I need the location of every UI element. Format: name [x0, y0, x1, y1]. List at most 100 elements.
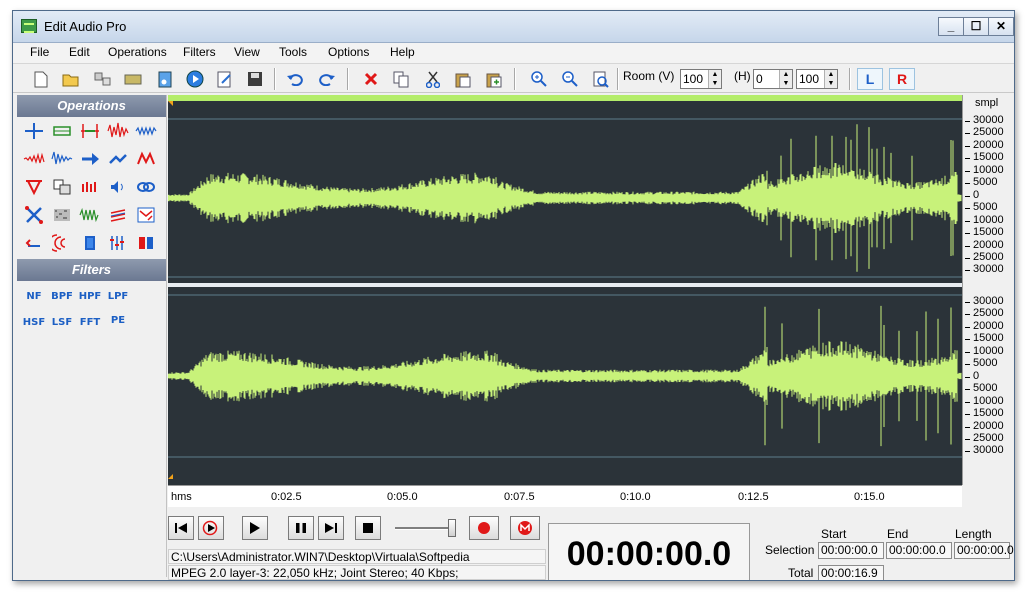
- zoom-fit-icon[interactable]: [589, 68, 613, 90]
- waveform-trace[interactable]: [167, 305, 962, 447]
- left-channel-button[interactable]: L: [857, 68, 883, 90]
- go-to-end-button[interactable]: [318, 516, 344, 540]
- selection-end-field[interactable]: 00:00:00.0: [886, 542, 952, 559]
- silence-icon[interactable]: [22, 232, 46, 254]
- selection-start-field[interactable]: 00:00:00.0: [818, 542, 884, 559]
- zoom-in-icon[interactable]: [527, 68, 551, 90]
- volume-slider-track[interactable]: [395, 527, 453, 530]
- waveform-canvas[interactable]: [167, 95, 962, 485]
- spinner-arrows-icon[interactable]: ▲ ▼: [779, 70, 792, 88]
- edit-properties-icon[interactable]: [213, 68, 237, 90]
- compressor-icon[interactable]: [78, 176, 102, 198]
- filter-lpf-button[interactable]: LPF: [106, 287, 130, 307]
- batch-convert-icon[interactable]: [91, 68, 115, 90]
- title-bar[interactable]: Edit Audio Pro _ ☐ ✕: [13, 11, 1014, 43]
- vibrato-icon[interactable]: [78, 204, 102, 226]
- echo-icon[interactable]: [22, 176, 46, 198]
- filter-nf-button[interactable]: NF: [22, 287, 46, 307]
- normalize-icon[interactable]: [134, 120, 158, 142]
- copy-icon[interactable]: [389, 68, 413, 90]
- h-offset-spinner[interactable]: 0 ▲ ▼: [753, 69, 793, 89]
- music-file-icon[interactable]: [153, 68, 177, 90]
- stereo-icon[interactable]: [134, 232, 158, 254]
- cut-icon[interactable]: [421, 68, 445, 90]
- crop-icon[interactable]: [78, 120, 102, 142]
- h-zoom-spinner[interactable]: 100 ▲ ▼: [796, 69, 838, 89]
- filter-hpf-button[interactable]: HPF: [78, 287, 102, 307]
- menu-options[interactable]: Options: [328, 45, 369, 59]
- paste-mix-icon[interactable]: [482, 68, 506, 90]
- pitch-shift-icon[interactable]: [106, 204, 130, 226]
- reverse-icon[interactable]: [106, 148, 130, 170]
- equalizer-icon[interactable]: [106, 232, 130, 254]
- menu-filters[interactable]: Filters: [183, 45, 216, 59]
- envelope-icon[interactable]: [134, 204, 158, 226]
- cd-ripper-icon[interactable]: [121, 68, 145, 90]
- noise-icon[interactable]: [50, 204, 74, 226]
- play-media-icon[interactable]: [183, 68, 207, 90]
- record-button[interactable]: [469, 516, 499, 540]
- maximize-button[interactable]: ☐: [963, 17, 989, 36]
- channel-mix-icon[interactable]: [50, 176, 74, 198]
- reverb-icon[interactable]: [50, 232, 74, 254]
- filter-bpf-button[interactable]: BPF: [50, 287, 74, 307]
- stop-button[interactable]: [355, 516, 381, 540]
- menu-operations[interactable]: Operations: [108, 45, 167, 59]
- spinner-arrows-icon[interactable]: ▲ ▼: [824, 70, 837, 88]
- fade-out-icon[interactable]: [50, 148, 74, 170]
- trim-icon[interactable]: [50, 120, 74, 142]
- arrow-right-icon[interactable]: [78, 148, 102, 170]
- pause-button[interactable]: [288, 516, 314, 540]
- waveform-trace[interactable]: [167, 124, 962, 272]
- amplify-icon[interactable]: [106, 120, 130, 142]
- right-channel-waveform[interactable]: [167, 305, 962, 447]
- left-channel-waveform[interactable]: [167, 124, 962, 272]
- insert-silence-icon[interactable]: [22, 120, 46, 142]
- right-channel-button[interactable]: R: [889, 68, 915, 90]
- scale-tick-label: 15000: [973, 332, 1004, 345]
- scale-tick-mark: [965, 257, 970, 259]
- scale-tick-mark: [965, 270, 970, 272]
- undo-icon[interactable]: [283, 68, 307, 90]
- filter-fft-button[interactable]: FFT: [78, 313, 102, 333]
- cursor-marker-icon[interactable]: [168, 101, 173, 106]
- spinner-arrows-icon[interactable]: ▲ ▼: [708, 70, 721, 88]
- filters-header[interactable]: Filters: [17, 259, 166, 281]
- marker-button[interactable]: [510, 516, 540, 540]
- delete-icon[interactable]: [359, 68, 383, 90]
- play-selection-button[interactable]: [198, 516, 224, 540]
- selection-length-field[interactable]: 00:00:00.0: [954, 542, 1014, 559]
- open-folder-icon[interactable]: [59, 68, 83, 90]
- invert-icon[interactable]: [134, 148, 158, 170]
- scale-tick-mark: [965, 158, 970, 160]
- menu-file[interactable]: File: [30, 45, 49, 59]
- close-button[interactable]: ✕: [988, 17, 1014, 36]
- time-ruler[interactable]: hms 0:02.5 0:05.0 0:07.5 0:10.0 0:12.5 0:15.0: [168, 485, 962, 507]
- filter-lsf-button[interactable]: LSF: [50, 313, 74, 333]
- waveform-view[interactable]: [167, 95, 962, 485]
- cursor-marker-icon[interactable]: [168, 474, 173, 479]
- menu-view[interactable]: View: [234, 45, 260, 59]
- menu-help[interactable]: Help: [390, 45, 415, 59]
- menu-tools[interactable]: Tools: [279, 45, 307, 59]
- play-button[interactable]: [242, 516, 268, 540]
- operations-header[interactable]: Operations: [17, 95, 166, 117]
- save-icon[interactable]: [243, 68, 267, 90]
- redo-icon[interactable]: [315, 68, 339, 90]
- selection-strip[interactable]: [168, 95, 962, 101]
- fade-in-icon[interactable]: [22, 148, 46, 170]
- stretch-icon[interactable]: [78, 232, 102, 254]
- room-v-spinner[interactable]: 100 ▲ ▼: [680, 69, 722, 89]
- menu-edit[interactable]: Edit: [69, 45, 90, 59]
- new-file-icon[interactable]: [29, 68, 53, 90]
- volume-slider-handle[interactable]: [448, 519, 456, 537]
- zoom-out-icon[interactable]: [558, 68, 582, 90]
- minimize-button[interactable]: _: [938, 17, 964, 36]
- paste-icon[interactable]: [451, 68, 475, 90]
- loop-icon[interactable]: [134, 176, 158, 198]
- go-to-start-button[interactable]: [168, 516, 194, 540]
- filter-hsf-button[interactable]: HSF: [22, 313, 46, 333]
- speaker-icon[interactable]: [106, 176, 130, 198]
- swap-channels-icon[interactable]: [22, 204, 46, 226]
- filter-pe-button[interactable]: PE: [106, 311, 130, 331]
